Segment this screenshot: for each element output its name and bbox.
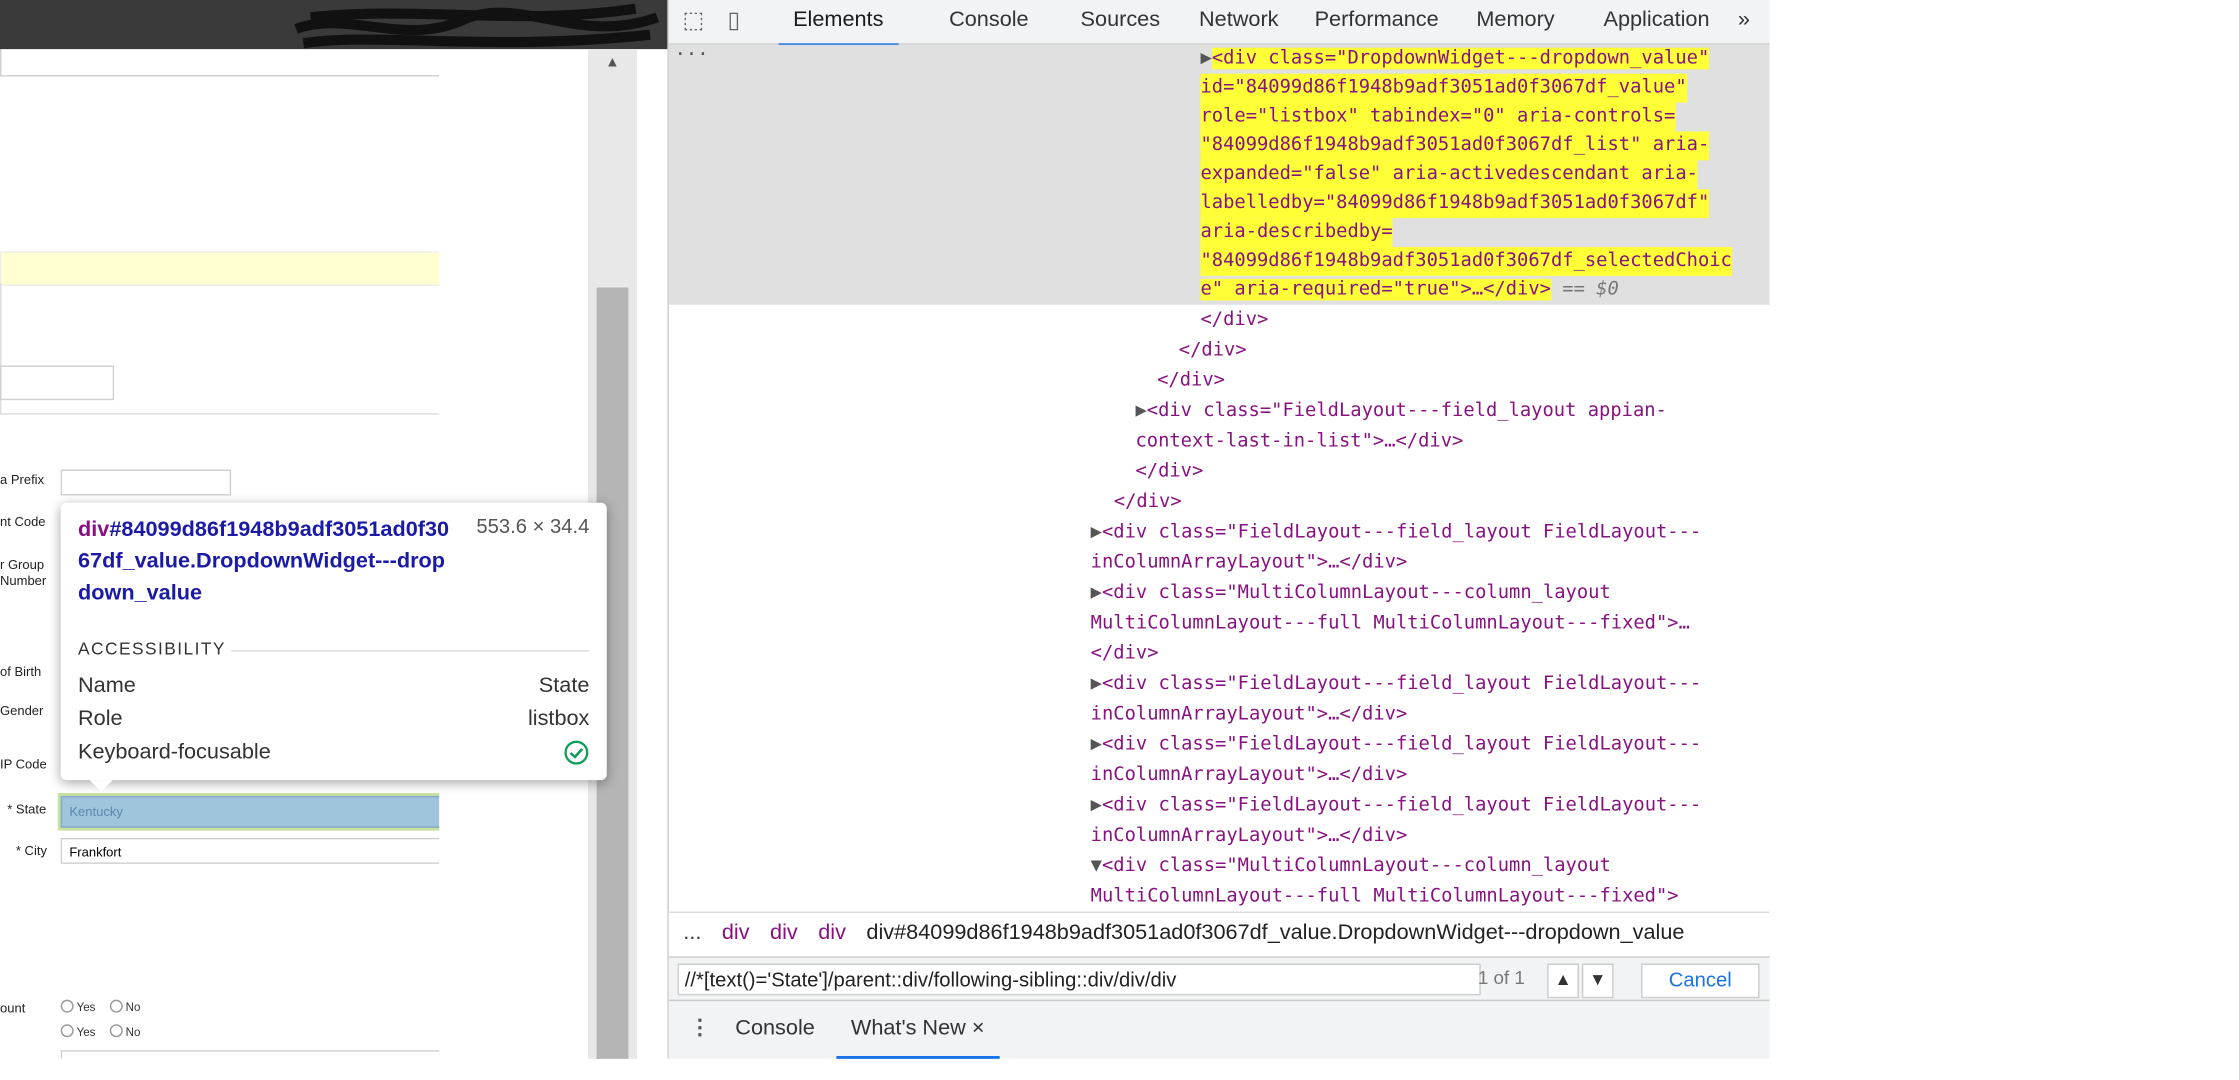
tree-line-15[interactable]: </div> — [1114, 488, 1182, 517]
drawer-tabs: ⋮ Console What's New × — [668, 999, 1770, 1059]
tree-line-25[interactable]: ▶<div class="FieldLayout---field_layout … — [1091, 792, 1702, 821]
tree-line-1[interactable]: id="84099d86f1948b9adf3051ad0f3067df_val… — [1200, 73, 1687, 103]
tree-line-24[interactable]: inColumnArrayLayout">…</div> — [1091, 761, 1408, 790]
bottom-field[interactable] — [60, 1050, 440, 1059]
state-dropdown-value: Kentucky — [69, 804, 123, 820]
cancel-button[interactable]: Cancel — [1641, 963, 1760, 999]
tree-line-7[interactable]: "84099d86f1948b9adf3051ad0f3067df_select… — [1200, 247, 1732, 276]
tree-line-13[interactable]: context-last-in-list">…</div> — [1135, 428, 1463, 457]
tooltip-name-row: Name State — [78, 673, 590, 698]
radio-yes-2[interactable]: Yes — [60, 1024, 95, 1039]
breadcrumb: ... div div div div#84099d86f1948b9adf30… — [668, 911, 1770, 954]
highlight-row — [0, 251, 440, 287]
tree-line-21[interactable]: ▶<div class="FieldLayout---field_layout … — [1091, 670, 1702, 699]
tree-line-3[interactable]: "84099d86f1948b9adf3051ad0f3067df_list" … — [1200, 131, 1710, 161]
tree-line-5[interactable]: labelledby="84099d86f1948b9adf3051ad0f30… — [1200, 189, 1710, 219]
search-bar: 1 of 1 ▲ ▼ Cancel — [668, 956, 1770, 1002]
breadcrumb-item[interactable]: div — [722, 920, 750, 945]
tooltip-arrow — [89, 780, 113, 792]
tree-line-4[interactable]: expanded="false" aria-activedescendant a… — [1200, 160, 1698, 190]
drawer-tab-whats-new[interactable]: What's New × — [836, 1001, 999, 1059]
breadcrumb-ellipsis[interactable]: ... — [683, 920, 701, 945]
check-circle-icon — [564, 740, 589, 765]
label-zip: IP Code — [0, 756, 47, 772]
tab-application[interactable]: Application — [1589, 0, 1724, 43]
redaction-scribble — [294, 3, 660, 49]
tree-line-18[interactable]: ▶<div class="MultiColumnLayout---column_… — [1091, 579, 1611, 608]
drawer-menu-icon[interactable]: ⋮ — [675, 1001, 726, 1056]
tree-line-10[interactable]: </div> — [1179, 337, 1247, 366]
radio-no-2[interactable]: No — [109, 1024, 140, 1039]
tree-line-8[interactable]: e" aria-required="true">…</div> == $0 — [1200, 276, 1619, 305]
chevron-up-icon[interactable]: ▲ — [1547, 963, 1579, 999]
tree-line-6[interactable]: aria-describedby= — [1200, 218, 1393, 248]
inspect-element-icon[interactable]: ⬚ — [678, 6, 710, 38]
tab-performance[interactable]: Performance — [1300, 0, 1453, 43]
devtools-panel: ⬚ ▯ Elements Console Sources Network Per… — [667, 0, 1770, 1059]
tree-line-12[interactable]: ▶<div class="FieldLayout---field_layout … — [1135, 397, 1666, 426]
tree-line-26[interactable]: inColumnArrayLayout">…</div> — [1091, 822, 1408, 851]
tree-ellipsis[interactable]: ... — [675, 36, 709, 65]
tooltip-selector: div#84099d86f1948b9adf3051ad0f3067df_val… — [78, 517, 450, 606]
tab-console[interactable]: Console — [935, 0, 1043, 43]
tree-line-17[interactable]: inColumnArrayLayout">…</div> — [1091, 549, 1408, 578]
drawer-tab-console[interactable]: Console — [721, 1001, 829, 1056]
label-account: ount — [0, 1001, 26, 1016]
tooltip-focus-row: Keyboard-focusable — [78, 740, 589, 772]
breadcrumb-current[interactable]: div#84099d86f1948b9adf3051ad0f3067df_val… — [866, 920, 1684, 945]
radio-yes-1[interactable]: Yes — [60, 999, 95, 1014]
tree-line-11[interactable]: </div> — [1157, 367, 1225, 396]
label-state: * State — [7, 801, 47, 817]
tooltip-role-row: Role listbox — [78, 706, 590, 731]
match-count: 1 of 1 — [1477, 966, 1525, 989]
tooltip-section-header: ACCESSIBILITY — [78, 638, 226, 659]
inspect-tooltip: div#84099d86f1948b9adf3051ad0f3067df_val… — [60, 502, 607, 792]
tab-memory[interactable]: Memory — [1462, 0, 1569, 43]
tree-line-27[interactable]: ▼<div class="MultiColumnLayout---column_… — [1091, 852, 1611, 881]
devtools-toolbar: ⬚ ▯ Elements Console Sources Network Per… — [668, 0, 1770, 48]
tree-line-20[interactable]: </div> — [1091, 640, 1159, 669]
prefix-field[interactable] — [60, 469, 232, 496]
elements-tree: ... ▶<div class="DropdownWidget---dropdo… — [668, 39, 1770, 912]
search-input[interactable] — [677, 963, 1481, 996]
radio-no-1[interactable]: No — [109, 999, 140, 1014]
tab-network[interactable]: Network — [1185, 0, 1293, 43]
tooltip-divider — [231, 650, 590, 652]
breadcrumb-item[interactable]: div — [818, 920, 846, 945]
tree-line-16[interactable]: ▶<div class="FieldLayout---field_layout … — [1091, 519, 1702, 548]
tree-line-23[interactable]: ▶<div class="FieldLayout---field_layout … — [1091, 731, 1702, 760]
tab-sources[interactable]: Sources — [1066, 0, 1174, 43]
tree-line-22[interactable]: inColumnArrayLayout">…</div> — [1091, 701, 1408, 730]
label-group: r Group — [0, 557, 45, 573]
page-topbar — [0, 0, 682, 50]
small-field[interactable] — [0, 365, 115, 401]
tree-line-9[interactable]: </div> — [1200, 306, 1268, 335]
screenshot-root: a Prefix nt Code r Group Number of Birth… — [0, 0, 1770, 1059]
city-field[interactable]: Frankfort — [60, 837, 440, 864]
more-tabs-button[interactable]: » — [1732, 0, 1756, 43]
tree-line-0[interactable]: ▶<div class="DropdownWidget---dropdown_v… — [1200, 45, 1710, 74]
breadcrumb-item[interactable]: div — [770, 920, 798, 945]
label-number: Number — [0, 573, 47, 588]
tree-line-19[interactable]: MultiColumnLayout---full MultiColumnLayo… — [1091, 610, 1690, 639]
tooltip-dimensions: 553.6 × 34.4 — [476, 514, 590, 538]
label-code: nt Code — [0, 514, 46, 529]
tree-line-2[interactable]: role="listbox" tabindex="0" aria-control… — [1200, 102, 1676, 132]
tree-line-28[interactable]: MultiColumnLayout---full MultiColumnLayo… — [1091, 883, 1679, 912]
tree-line-14[interactable]: </div> — [1135, 458, 1203, 487]
device-toolbar-icon[interactable]: ▯ — [718, 6, 750, 38]
chevron-down-icon[interactable]: ▼ — [1581, 963, 1614, 999]
label-birth: of Birth — [0, 664, 42, 679]
scroll-up-icon[interactable]: ▲ — [605, 55, 619, 71]
label-city: * City — [15, 843, 47, 859]
tab-elements[interactable]: Elements — [778, 0, 898, 48]
label-gender: Gender — [0, 703, 44, 718]
label-prefix: a Prefix — [0, 472, 45, 487]
close-icon[interactable]: × — [972, 1016, 985, 1041]
state-dropdown[interactable]: Kentucky ▾ — [60, 795, 440, 828]
